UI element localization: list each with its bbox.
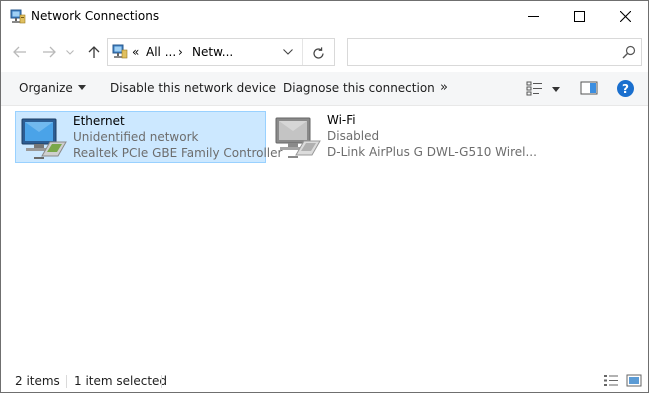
wifi-adapter-disabled-icon bbox=[275, 117, 321, 158]
command-bar: Organize Disable this network device Dia… bbox=[1, 72, 648, 106]
connection-item-ethernet[interactable]: Ethernet Unidentified network Realtek PC… bbox=[15, 111, 282, 163]
organize-label: Organize bbox=[19, 81, 73, 95]
status-divider bbox=[66, 375, 67, 388]
organize-menu-button[interactable]: Organize bbox=[19, 81, 86, 95]
connection-name: Wi-Fi bbox=[327, 113, 356, 127]
network-connections-window: Network Connections « All ... › Netw... … bbox=[0, 0, 649, 393]
view-options-caret-icon[interactable] bbox=[552, 87, 560, 92]
minimize-icon bbox=[527, 16, 539, 17]
refresh-button[interactable] bbox=[308, 43, 328, 63]
address-bar[interactable]: « All ... › Netw... bbox=[107, 38, 335, 66]
connection-status: Unidentified network bbox=[73, 130, 199, 144]
network-connections-folder-icon bbox=[112, 44, 128, 59]
back-button[interactable] bbox=[10, 42, 30, 62]
ethernet-adapter-icon bbox=[21, 118, 67, 159]
maximize-icon bbox=[573, 11, 585, 22]
connection-name: Ethernet bbox=[73, 114, 125, 128]
change-view-icon[interactable] bbox=[526, 80, 544, 96]
network-connections-app-icon bbox=[10, 9, 26, 24]
maximize-button[interactable] bbox=[556, 1, 602, 32]
preview-pane-icon[interactable] bbox=[580, 80, 598, 96]
status-bar: 2 items 1 item selected bbox=[1, 368, 648, 392]
close-icon bbox=[619, 11, 631, 22]
up-arrow-icon bbox=[88, 46, 100, 58]
item-count: 2 items bbox=[15, 374, 60, 388]
forward-arrow-icon bbox=[43, 46, 56, 58]
connections-list: Ethernet Unidentified network Realtek PC… bbox=[1, 106, 648, 368]
forward-button[interactable] bbox=[39, 42, 59, 62]
minimize-button[interactable] bbox=[510, 1, 556, 32]
disable-device-button[interactable]: Disable this network device bbox=[110, 81, 276, 95]
selection-count: 1 item selected bbox=[74, 374, 168, 388]
large-icons-view-icon[interactable] bbox=[626, 374, 642, 387]
title-bar[interactable]: Network Connections bbox=[1, 1, 648, 32]
details-view-icon[interactable] bbox=[603, 374, 619, 387]
more-commands-button[interactable]: » bbox=[440, 80, 448, 95]
close-button[interactable] bbox=[602, 1, 648, 32]
connection-device: Realtek PCIe GBE Family Controller bbox=[73, 146, 283, 160]
connection-status: Disabled bbox=[327, 129, 380, 143]
breadcrumb-network-connections[interactable]: Netw... bbox=[192, 45, 233, 59]
chevron-down-icon bbox=[66, 49, 74, 55]
status-divider bbox=[161, 375, 162, 388]
connection-device: D-Link AirPlus G DWL-G510 Wirel... bbox=[327, 145, 537, 159]
search-input[interactable] bbox=[352, 42, 614, 62]
breadcrumb-overflow[interactable]: « bbox=[132, 45, 139, 59]
address-history-button[interactable] bbox=[279, 43, 297, 61]
breadcrumb-separator[interactable]: › bbox=[178, 45, 183, 59]
diagnose-connection-button[interactable]: Diagnose this connection bbox=[283, 81, 435, 95]
refresh-icon bbox=[312, 46, 324, 59]
search-icon bbox=[622, 45, 636, 59]
chevron-down-icon bbox=[283, 49, 293, 55]
window-title: Network Connections bbox=[31, 9, 160, 23]
connection-item-wifi[interactable]: Wi-Fi Disabled D-Link AirPlus G DWL-G510… bbox=[270, 111, 537, 163]
recent-locations-button[interactable] bbox=[63, 42, 77, 62]
back-arrow-icon bbox=[13, 46, 26, 58]
address-divider bbox=[302, 39, 303, 65]
caret-down-icon bbox=[77, 85, 86, 90]
navigation-bar: « All ... › Netw... bbox=[1, 32, 648, 72]
up-button[interactable] bbox=[84, 42, 104, 62]
breadcrumb-all-control-panel[interactable]: All ... bbox=[146, 45, 176, 59]
help-button[interactable]: ? bbox=[617, 80, 634, 97]
search-box[interactable] bbox=[347, 38, 642, 66]
